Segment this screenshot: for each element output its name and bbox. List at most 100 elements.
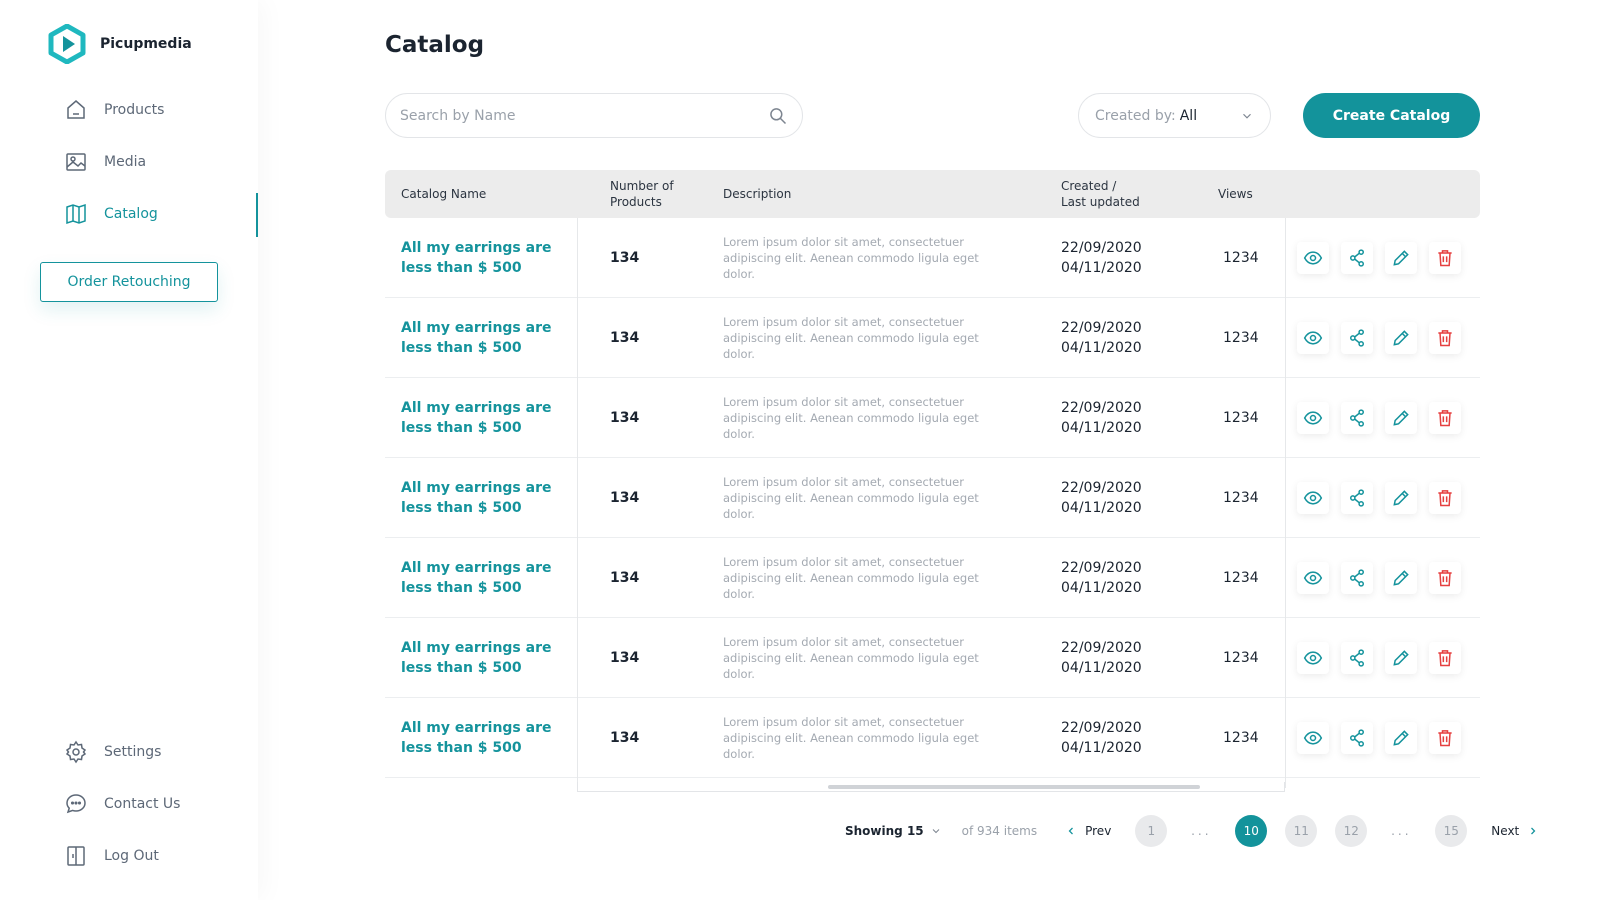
share-icon: [1350, 489, 1364, 507]
sidebar-item-logout[interactable]: Log Out: [64, 844, 159, 868]
pencil-icon: [1393, 490, 1409, 506]
edit-button[interactable]: [1385, 242, 1417, 274]
delete-button[interactable]: [1429, 242, 1461, 274]
chat-icon: [66, 794, 86, 814]
view-button[interactable]: [1297, 322, 1329, 354]
table-row[interactable]: All my earrings are less than $ 500 134 Lo…: [385, 698, 1480, 778]
product-count: 134: [610, 650, 640, 666]
page-button-15[interactable]: 15: [1435, 815, 1468, 847]
share-icon: [1350, 649, 1364, 667]
edit-button[interactable]: [1385, 562, 1417, 594]
view-button[interactable]: [1297, 642, 1329, 674]
view-button[interactable]: [1297, 562, 1329, 594]
sidebar-item-label: Products: [104, 102, 165, 118]
next-label: Next: [1491, 824, 1520, 838]
view-count: 1234: [1223, 730, 1259, 746]
prev-page-button[interactable]: Prev: [1065, 824, 1111, 838]
row-actions: [1297, 298, 1461, 378]
share-button[interactable]: [1341, 642, 1373, 674]
catalog-description: Lorem ipsum dolor sit amet, consectetuer…: [723, 635, 979, 681]
page-button-10[interactable]: 10: [1235, 815, 1268, 847]
share-button[interactable]: [1341, 322, 1373, 354]
delete-button[interactable]: [1429, 322, 1461, 354]
catalog-name-link[interactable]: All my earrings are less than $ 500: [401, 218, 576, 298]
horizontal-scrollbar[interactable]: [577, 782, 1285, 792]
delete-button[interactable]: [1429, 562, 1461, 594]
catalog-description: Lorem ipsum dolor sit amet, consectetuer…: [723, 395, 979, 441]
table-row[interactable]: All my earrings are less than $ 500 134 Lo…: [385, 218, 1480, 298]
search-icon[interactable]: [768, 106, 788, 126]
sidebar-item-label: Media: [104, 154, 147, 170]
book-open-icon: [66, 203, 86, 225]
page-button-12[interactable]: 12: [1335, 815, 1368, 847]
created-date: 22/09/2020: [1061, 400, 1142, 416]
share-icon: [1350, 569, 1364, 587]
chevron-down-icon: [1243, 113, 1251, 119]
edit-button[interactable]: [1385, 402, 1417, 434]
catalog-name-link[interactable]: All my earrings are less than $ 500: [401, 618, 576, 698]
table-row[interactable]: All my earrings are less than $ 500 134 Lo…: [385, 378, 1480, 458]
search-box[interactable]: [385, 93, 803, 138]
catalog-dates: 22/09/2020 04/11/2020: [1061, 298, 1142, 378]
edit-button[interactable]: [1385, 722, 1417, 754]
col-catalog-name: Catalog Name: [401, 187, 487, 201]
sidebar-item-contact[interactable]: Contact Us: [64, 792, 180, 816]
brand-logo[interactable]: Picupmedia: [48, 24, 192, 64]
edit-button[interactable]: [1385, 642, 1417, 674]
catalog-name-link[interactable]: All my earrings are less than $ 500: [401, 298, 576, 378]
column-divider: [577, 218, 578, 788]
table-row[interactable]: All my earrings are less than $ 500 134 Lo…: [385, 538, 1480, 618]
scrollbar-thumb[interactable]: [828, 785, 1200, 789]
edit-button[interactable]: [1385, 482, 1417, 514]
sidebar-item-products[interactable]: Products: [64, 98, 164, 122]
sidebar-item-label: Catalog: [104, 206, 158, 222]
page-ellipsis: ...: [1191, 824, 1212, 838]
delete-button[interactable]: [1429, 722, 1461, 754]
logo-icon: [48, 24, 86, 64]
catalog-name-link[interactable]: All my earrings are less than $ 500: [401, 698, 576, 778]
catalog-name-link[interactable]: All my earrings are less than $ 500: [401, 378, 576, 458]
search-input[interactable]: [400, 107, 768, 124]
col-num-line1: Number of: [610, 179, 674, 193]
share-button[interactable]: [1341, 242, 1373, 274]
view-button[interactable]: [1297, 482, 1329, 514]
delete-button[interactable]: [1429, 402, 1461, 434]
created-date: 22/09/2020: [1061, 640, 1142, 656]
view-button[interactable]: [1297, 242, 1329, 274]
eye-icon: [1303, 491, 1323, 505]
share-button[interactable]: [1341, 402, 1373, 434]
pagination: Showing 15 of 934 items Prev 1 ... 10 11…: [845, 815, 1539, 847]
share-button[interactable]: [1341, 562, 1373, 594]
sidebar-item-settings[interactable]: Settings: [64, 740, 161, 764]
col-created-line2: Last updated: [1061, 195, 1140, 209]
view-button[interactable]: [1297, 722, 1329, 754]
table-row[interactable]: All my earrings are less than $ 500 134 Lo…: [385, 298, 1480, 378]
delete-button[interactable]: [1429, 482, 1461, 514]
order-retouching-button[interactable]: Order Retouching: [40, 262, 218, 302]
table-row[interactable]: All my earrings are less than $ 500 134 Lo…: [385, 618, 1480, 698]
share-button[interactable]: [1341, 722, 1373, 754]
page-button-11[interactable]: 11: [1285, 815, 1318, 847]
next-page-button[interactable]: Next: [1491, 824, 1539, 838]
trash-icon: [1438, 410, 1452, 427]
view-count: 1234: [1223, 410, 1259, 426]
edit-button[interactable]: [1385, 322, 1417, 354]
catalog-name-link[interactable]: All my earrings are less than $ 500: [401, 538, 576, 618]
share-button[interactable]: [1341, 482, 1373, 514]
page-size-select[interactable]: Showing 15: [845, 824, 942, 838]
sidebar-item-media[interactable]: Media: [64, 150, 146, 174]
col-description: Description: [723, 187, 792, 201]
catalog-name-link[interactable]: All my earrings are less than $ 500: [401, 458, 576, 538]
table-header: Catalog Name Number of Products Descript…: [385, 170, 1480, 218]
create-catalog-button[interactable]: Create Catalog: [1303, 93, 1480, 138]
created-date: 22/09/2020: [1061, 240, 1142, 256]
page-button-1[interactable]: 1: [1135, 815, 1168, 847]
view-button[interactable]: [1297, 402, 1329, 434]
sidebar-item-catalog[interactable]: Catalog: [64, 202, 158, 226]
product-count: 134: [610, 730, 640, 746]
created-by-filter[interactable]: Created by: All: [1078, 93, 1271, 138]
col-created-line1: Created /: [1061, 179, 1117, 193]
delete-button[interactable]: [1429, 642, 1461, 674]
eye-icon: [1303, 331, 1323, 345]
table-row[interactable]: All my earrings are less than $ 500 134 Lo…: [385, 458, 1480, 538]
